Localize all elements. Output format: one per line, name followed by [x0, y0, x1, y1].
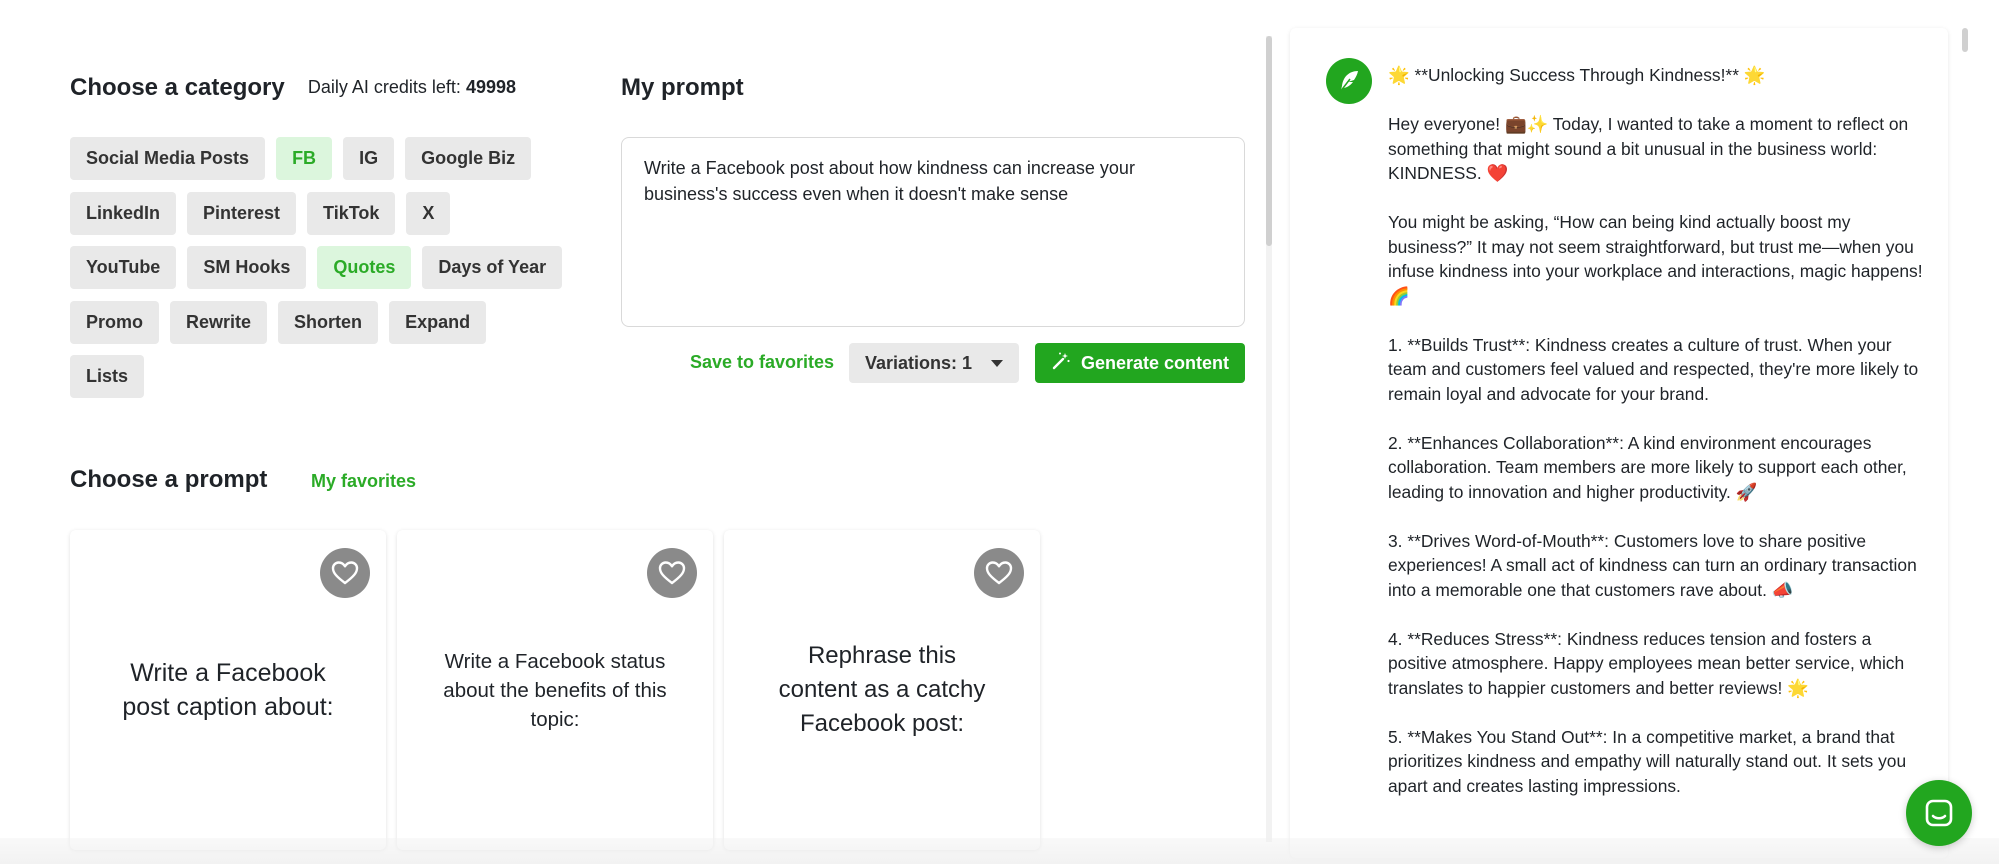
category-chip-quotes[interactable]: Quotes [317, 246, 412, 289]
prompt-card[interactable]: Write a Facebook status about the benefi… [397, 530, 713, 850]
prompt-card-text: Write a Facebook status about the benefi… [443, 649, 667, 731]
output-paragraph: 4. **Reduces Stress**: Kindness reduces … [1388, 628, 1905, 698]
output-paragraph: 1. **Builds Trust**: Kindness creates a … [1388, 334, 1919, 404]
generate-content-label: Generate content [1080, 352, 1230, 373]
category-row: Lists [70, 355, 145, 398]
credits-label: Daily AI credits left: [307, 77, 461, 97]
output-paragraph: 3. **Drives Word-of-Mouth**: Customers l… [1388, 530, 1917, 600]
category-row: LinkedIn Pinterest TikTok X [70, 192, 451, 235]
save-to-favorites-link[interactable]: Save to favorites [690, 352, 834, 373]
category-chip-promo[interactable]: Promo [70, 301, 160, 344]
category-row: Social Media Posts FB IG Google Biz [70, 137, 532, 180]
output-panel: 🌟 **Unlocking Success Through Kindness!*… [1290, 28, 1948, 858]
assistant-avatar [1326, 58, 1372, 104]
variations-select[interactable]: Variations: 1 [849, 343, 1019, 383]
output-paragraph: 5. **Makes You Stand Out**: In a competi… [1388, 726, 1907, 796]
left-panel: Choose a category Social Media Posts FB … [0, 0, 1272, 850]
category-chip-tiktok[interactable]: TikTok [307, 192, 396, 235]
output-paragraph: Hey everyone! 💼✨ Today, I wanted to take… [1388, 114, 1909, 183]
heart-icon [985, 561, 1013, 585]
variations-label: Variations: 1 [865, 352, 973, 373]
prompt-card-text: Rephrase this content as a catchy Facebo… [778, 642, 986, 737]
choose-prompt-title: Choose a prompt [70, 466, 268, 493]
prompt-card[interactable]: Rephrase this content as a catchy Facebo… [724, 530, 1040, 850]
prompt-title: My prompt [621, 74, 744, 101]
output-paragraph: 2. **Enhances Collaboration**: A kind en… [1388, 432, 1907, 502]
credits-value: 49998 [465, 77, 516, 97]
prompt-input[interactable]: Write a Facebook post about how kindness… [621, 137, 1245, 327]
generated-output: 🌟 **Unlocking Success Through Kindness!*… [1388, 63, 1928, 823]
output-title: 🌟 **Unlocking Success Through Kindness!*… [1388, 65, 1766, 85]
prompt-card-text: Write a Facebook post caption about: [122, 659, 334, 721]
heart-icon [331, 561, 359, 585]
category-chip-pinterest[interactable]: Pinterest [187, 192, 297, 235]
category-chip-expand[interactable]: Expand [389, 301, 487, 344]
output-paragraph: You might be asking, “How can being kind… [1388, 212, 1923, 306]
prompt-card[interactable]: Write a Facebook post caption about: [70, 530, 386, 850]
category-chip-sm-hooks[interactable]: SM Hooks [187, 246, 307, 289]
left-scrollbar-thumb[interactable] [1266, 36, 1272, 246]
category-chip-lists[interactable]: Lists [70, 355, 145, 398]
category-chip-days-of-year[interactable]: Days of Year [422, 246, 563, 289]
category-row: Promo Rewrite Shorten Expand [70, 301, 487, 344]
category-chip-google-biz[interactable]: Google Biz [405, 137, 532, 180]
category-title: Choose a category [70, 74, 285, 101]
favorite-heart-button[interactable] [647, 548, 697, 598]
category-chip-youtube[interactable]: YouTube [70, 246, 177, 289]
category-chip-shorten[interactable]: Shorten [278, 301, 379, 344]
favorite-heart-button[interactable] [320, 548, 370, 598]
credits-indicator: Daily AI credits left: 49998 [308, 77, 516, 98]
generate-content-button[interactable]: Generate content [1035, 343, 1245, 383]
category-chip-rewrite[interactable]: Rewrite [170, 301, 268, 344]
magic-wand-icon [1051, 351, 1071, 376]
feather-icon [1339, 71, 1358, 93]
chat-launcher-button[interactable] [1906, 780, 1972, 846]
chat-icon [1925, 799, 1953, 827]
category-chip-social-media-posts[interactable]: Social Media Posts [70, 137, 266, 180]
category-chip-linkedin[interactable]: LinkedIn [70, 192, 177, 235]
category-chip-fb[interactable]: FB [276, 137, 333, 180]
bottom-fade [0, 838, 1999, 864]
my-favorites-link[interactable]: My favorites [311, 471, 416, 492]
category-chip-ig[interactable]: IG [343, 137, 395, 180]
category-chip-x[interactable]: X [406, 192, 451, 235]
caret-down-icon [991, 359, 1003, 367]
favorite-heart-button[interactable] [974, 548, 1024, 598]
category-row: YouTube SM Hooks Quotes Days of Year [70, 246, 563, 289]
right-scrollbar-thumb[interactable] [1962, 28, 1968, 52]
heart-icon [658, 561, 686, 585]
